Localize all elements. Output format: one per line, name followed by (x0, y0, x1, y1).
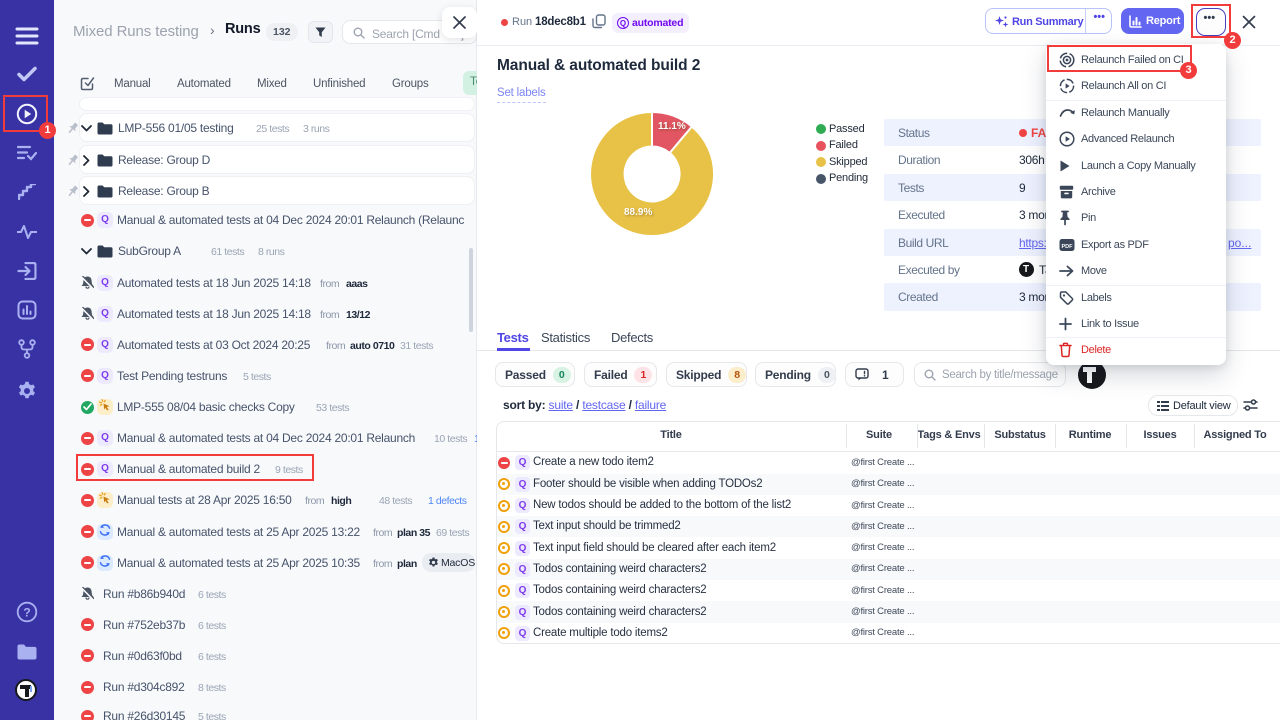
svg-text:?: ? (23, 606, 30, 620)
svg-text:PDF: PDF (1062, 244, 1074, 250)
